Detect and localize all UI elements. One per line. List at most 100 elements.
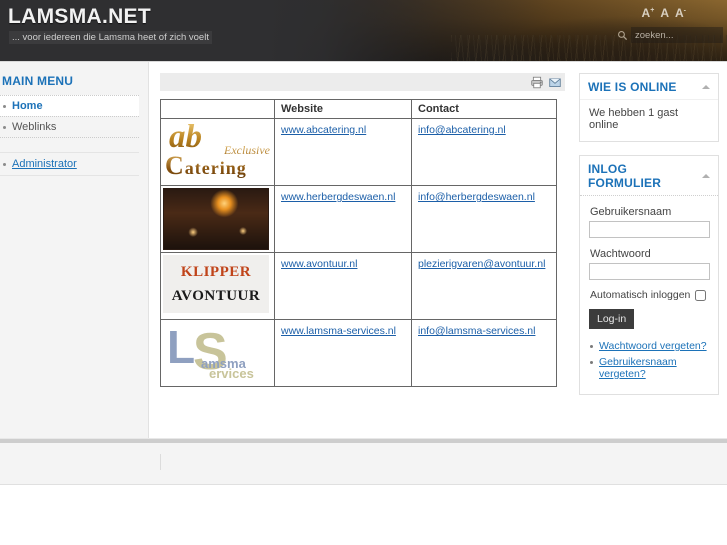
website-link[interactable]: www.abcatering.nl: [281, 124, 366, 136]
password-label: Wachtwoord: [590, 248, 651, 260]
username-label: Gebruikersnaam: [590, 206, 672, 218]
weblinks-table-body: ab Exclusive Catering www.abcatering.nl …: [160, 118, 557, 387]
module-main-menu: MAIN MENU Home Weblinks: [0, 74, 139, 138]
sidebar-item-home[interactable]: Home: [0, 95, 139, 116]
list-item: Wachtwoord vergeten?: [589, 340, 709, 352]
font-size-increase-label: A: [641, 6, 651, 20]
contact-link[interactable]: plezierigvaren@avontuur.nl: [418, 258, 545, 270]
email-icon[interactable]: [548, 76, 562, 89]
online-guest-count: We hebben 1 gast online: [589, 107, 679, 131]
search-input[interactable]: [631, 27, 723, 43]
font-size-decrease-label: A: [674, 6, 684, 20]
abc-logo-catering-rest: atering: [184, 158, 247, 178]
lamsma-services-logo: L S amsma ervices: [163, 322, 273, 384]
cell-website: www.abcatering.nl: [274, 118, 412, 186]
module-admin-menu: Administrator: [0, 152, 139, 176]
lamsma-logo-l: L: [167, 321, 196, 373]
who-is-online-body: We hebben 1 gast online: [580, 99, 718, 141]
search-area: [617, 27, 723, 43]
abc-logo-catering: Catering: [165, 151, 247, 181]
print-icon[interactable]: [530, 76, 544, 89]
website-link[interactable]: www.avontuur.nl: [281, 258, 357, 270]
module-who-is-online: WIE IS ONLINE We hebben 1 gast online: [579, 73, 719, 142]
search-icon: [618, 30, 628, 40]
contact-link[interactable]: info@herbergdeswaen.nl: [418, 191, 535, 203]
site-header: LAMSMA.NET ... voor iedereen die Lamsma …: [0, 0, 727, 61]
main-menu-list: Home Weblinks: [0, 95, 139, 138]
abc-exclusive-catering-logo: ab Exclusive Catering: [163, 121, 273, 183]
below-fold-area: [0, 485, 727, 545]
abc-logo-catering-initial: C: [165, 151, 185, 180]
forgot-password-link[interactable]: Wachtwoord vergeten?: [599, 340, 707, 352]
contact-link[interactable]: info@lamsma-services.nl: [418, 325, 535, 337]
admin-menu-list: Administrator: [0, 152, 139, 176]
login-form-header: INLOG FORMULIER: [580, 156, 718, 195]
font-size-reset-button[interactable]: A: [660, 7, 669, 19]
klipper-logo-line2: AVONTUUR: [171, 287, 261, 304]
table-row: KLIPPER AVONTUUR www.avontuur.nl plezier…: [160, 252, 557, 320]
cell-logo: ab Exclusive Catering: [160, 118, 275, 186]
site-footer: [0, 443, 727, 485]
herberg-de-swaen-photo: [163, 188, 269, 250]
login-form-body: Gebruikersnaam Wachtwoord Automatisch in…: [580, 195, 718, 394]
website-link[interactable]: www.herbergdeswaen.nl: [281, 191, 395, 203]
cell-website: www.lamsma-services.nl: [274, 319, 412, 387]
right-sidebar: WIE IS ONLINE We hebben 1 gast online IN…: [575, 62, 727, 438]
page-body: MAIN MENU Home Weblinks Administrator We…: [0, 61, 727, 438]
cell-contact: info@herbergdeswaen.nl: [411, 185, 557, 253]
table-header-row: Website Contact: [160, 99, 557, 119]
font-size-decrease-sup: -: [683, 7, 686, 15]
klipper-avontuur-logo: KLIPPER AVONTUUR: [163, 255, 269, 313]
login-form-title: INLOG FORMULIER: [588, 162, 662, 190]
column-header-logo: [160, 99, 275, 119]
lamsma-logo-ervices: ervices: [209, 366, 254, 381]
column-header-website: Website: [274, 99, 412, 119]
username-field[interactable]: [589, 221, 710, 238]
remember-me-row: Automatisch inloggen: [590, 289, 709, 301]
password-field[interactable]: [589, 263, 710, 280]
main-content: Website Contact ab Exclusive Catering ww…: [149, 62, 575, 438]
article-toolbar: [160, 73, 565, 91]
cell-contact: info@lamsma-services.nl: [411, 319, 557, 387]
font-size-controls: A+ A A-: [642, 7, 686, 20]
sidebar-item-weblinks[interactable]: Weblinks: [0, 116, 139, 138]
cell-logo: L S amsma ervices: [160, 319, 275, 387]
left-sidebar: MAIN MENU Home Weblinks Administrator: [0, 62, 149, 438]
table-row: www.herbergdeswaen.nl info@herbergdeswae…: [160, 185, 557, 253]
sidebar-item-weblinks-link[interactable]: Weblinks: [12, 121, 56, 133]
font-size-reset-label: A: [660, 6, 669, 20]
contact-link[interactable]: info@abcatering.nl: [418, 124, 506, 136]
forgot-username-link[interactable]: Gebruikersnaam vergeten?: [599, 356, 677, 380]
font-size-decrease-button[interactable]: A-: [675, 7, 686, 20]
weblinks-table: Website Contact ab Exclusive Catering ww…: [160, 99, 557, 387]
cell-contact: plezierigvaren@avontuur.nl: [411, 252, 557, 320]
chevron-up-icon[interactable]: [702, 174, 710, 178]
who-is-online-title: WIE IS ONLINE: [588, 80, 677, 94]
cell-contact: info@abcatering.nl: [411, 118, 557, 186]
forgot-links-list: Wachtwoord vergeten? Gebruikersnaam verg…: [589, 340, 709, 380]
main-menu-title: MAIN MENU: [2, 74, 74, 88]
cell-logo: [160, 185, 275, 253]
remember-me-checkbox[interactable]: [695, 289, 707, 301]
cell-website: www.herbergdeswaen.nl: [274, 185, 412, 253]
footer-divider: [160, 454, 161, 470]
column-header-contact: Contact: [411, 99, 557, 119]
remember-me-label: Automatisch inloggen: [590, 289, 691, 301]
sidebar-item-administrator[interactable]: Administrator: [0, 152, 139, 176]
font-size-increase-sup: +: [650, 7, 655, 14]
table-row: ab Exclusive Catering www.abcatering.nl …: [160, 118, 557, 186]
weblinks-table-head: Website Contact: [160, 99, 557, 119]
site-slogan: ... voor iedereen die Lamsma heet of zic…: [9, 31, 212, 44]
list-item: Gebruikersnaam vergeten?: [589, 356, 709, 380]
site-title: LAMSMA.NET: [8, 5, 151, 28]
cell-website: www.avontuur.nl: [274, 252, 412, 320]
website-link[interactable]: www.lamsma-services.nl: [281, 325, 396, 337]
who-is-online-header: WIE IS ONLINE: [580, 74, 718, 99]
cell-logo: KLIPPER AVONTUUR: [160, 252, 275, 320]
login-button[interactable]: Log-in: [589, 309, 635, 329]
klipper-logo-line1: KLIPPER: [180, 263, 252, 280]
font-size-increase-button[interactable]: A+: [642, 7, 655, 19]
chevron-up-icon[interactable]: [702, 85, 710, 89]
sidebar-item-home-link[interactable]: Home: [12, 100, 43, 112]
sidebar-item-administrator-link[interactable]: Administrator: [12, 158, 77, 170]
